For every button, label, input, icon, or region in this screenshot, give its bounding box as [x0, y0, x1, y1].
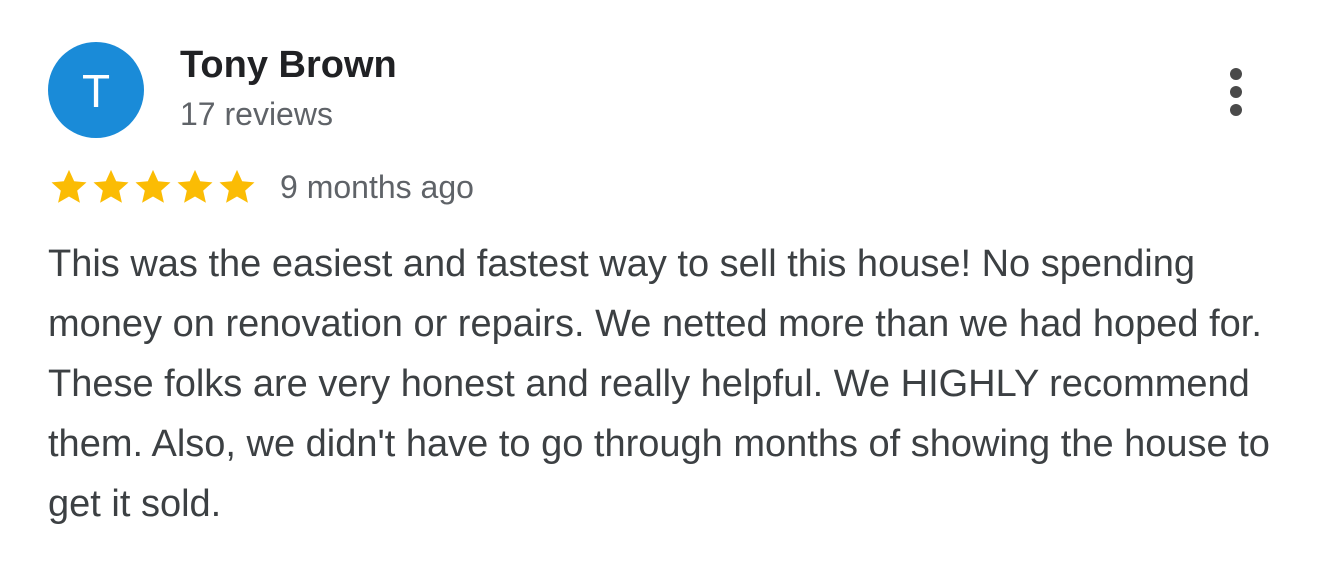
star-icon: [93, 169, 129, 203]
review-text: This was the easiest and fastest way to …: [48, 243, 1270, 525]
author-review-count[interactable]: 17 reviews: [180, 94, 333, 134]
review-time: 9 months ago: [280, 169, 474, 205]
avatar[interactable]: T: [48, 42, 144, 138]
more-options-button[interactable]: [1216, 62, 1256, 122]
more-vertical-icon: [1230, 86, 1242, 98]
avatar-letter: T: [81, 65, 111, 117]
author-name[interactable]: Tony Brown: [180, 42, 397, 88]
star-icon: [135, 169, 171, 203]
rating-row: 9 months ago: [48, 166, 474, 208]
star-rating: [48, 166, 258, 208]
star-icon: [219, 169, 255, 203]
review-card: T Tony Brown 17 reviews 9 months ago Thi…: [0, 0, 1320, 566]
star-icon: [177, 169, 213, 203]
more-vertical-icon: [1230, 68, 1242, 80]
more-vertical-icon: [1230, 104, 1242, 116]
star-icon: [51, 169, 87, 203]
